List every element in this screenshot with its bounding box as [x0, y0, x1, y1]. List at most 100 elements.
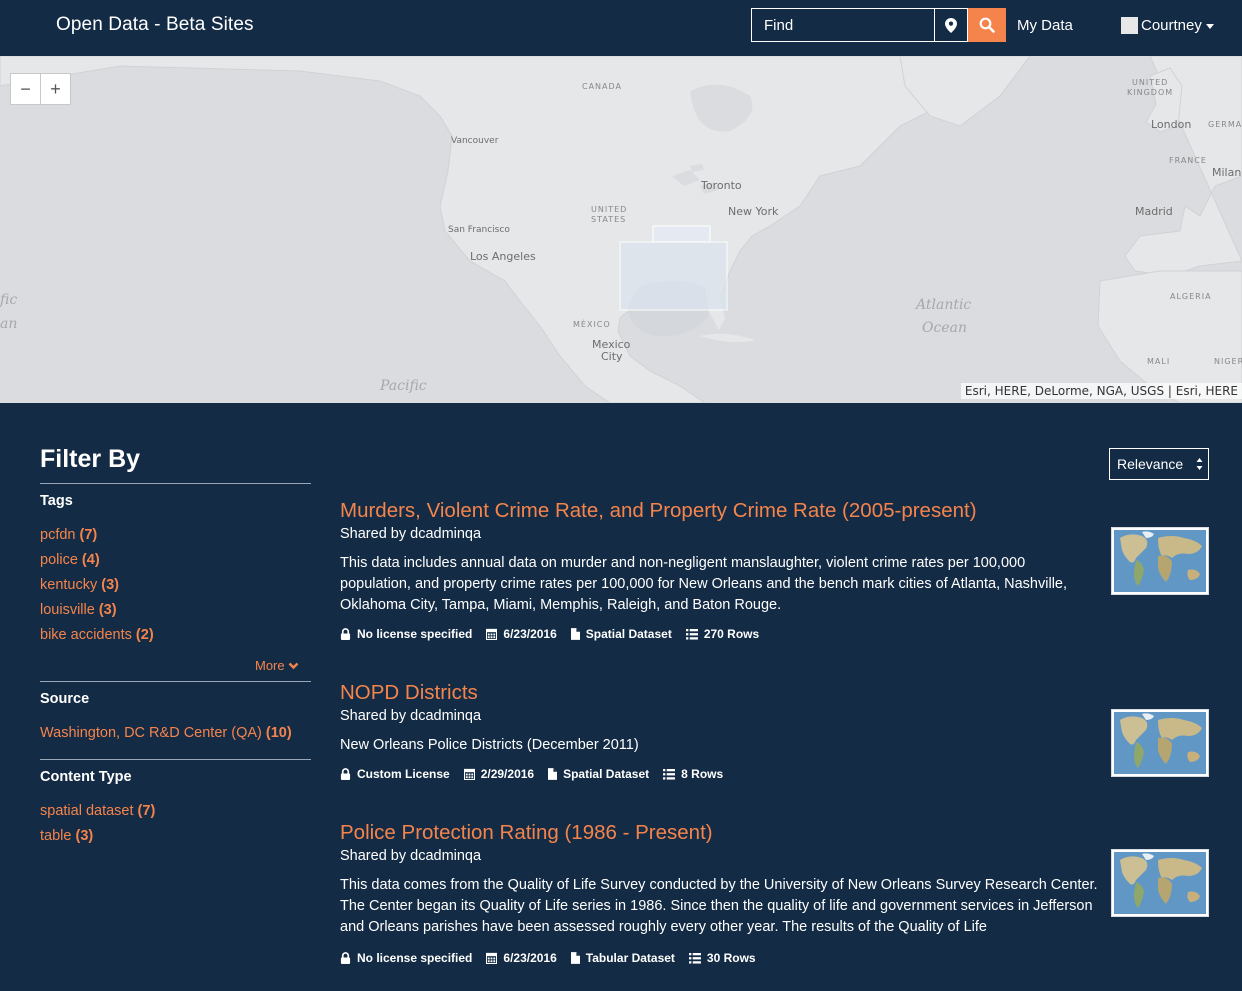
search-input[interactable]	[751, 8, 935, 42]
result-description: This data comes from the Quality of Life…	[340, 877, 1098, 935]
source-heading: Source	[40, 691, 90, 707]
map-label: MALI	[1147, 357, 1171, 366]
facet-tag[interactable]: kentucky (3)	[40, 577, 119, 593]
map-label: London	[1151, 118, 1192, 131]
license-label: No license specified	[357, 627, 473, 641]
lock-icon	[340, 768, 351, 780]
avatar	[1121, 17, 1138, 34]
map-view[interactable]: − + CANADA UNITED KINGDOM London GERMA V…	[0, 56, 1242, 403]
result-thumbnail[interactable]	[1111, 849, 1209, 917]
zoom-controls: − +	[10, 73, 71, 105]
caret-down-icon	[1205, 24, 1214, 29]
facet-tag[interactable]: bike accidents (2)	[40, 627, 154, 643]
chevron-down-icon	[288, 662, 298, 669]
result-title[interactable]: Police Protection Rating (1986 - Present…	[340, 821, 713, 845]
divider	[40, 483, 311, 484]
world-map-thumbnail	[1114, 530, 1206, 592]
map-label: New York	[728, 205, 779, 218]
more-label: More	[255, 658, 285, 673]
sort-select[interactable]: Relevance	[1109, 448, 1209, 480]
result-meta: Custom License 2/29/2016 Spatial Dataset…	[340, 767, 737, 781]
file-icon	[571, 952, 580, 964]
map-label: UNITED	[1132, 78, 1169, 87]
top-navbar: Open Data - Beta Sites My Data Courtney	[0, 0, 1242, 56]
rows-label: 30 Rows	[706, 951, 756, 965]
search-icon	[979, 17, 995, 33]
location-button[interactable]	[935, 8, 968, 42]
list-icon	[663, 769, 675, 780]
updown-arrows-icon	[1196, 458, 1203, 470]
license-label: Custom License	[357, 767, 450, 781]
list-icon	[686, 629, 698, 640]
result-thumbnail[interactable]	[1111, 709, 1209, 777]
result-title[interactable]: NOPD Districts	[340, 681, 478, 705]
map-label: MÉXICO	[573, 320, 611, 329]
facet-tag[interactable]: louisville (3)	[40, 602, 117, 618]
map-label: GERMA	[1208, 120, 1242, 129]
site-brand[interactable]: Open Data - Beta Sites	[56, 14, 254, 36]
zoom-in-button[interactable]: +	[41, 74, 70, 104]
rows-label: 270 Rows	[703, 627, 760, 641]
map-label: Vancouver	[451, 136, 499, 146]
result-shared-by: Shared by dcadminqa	[340, 848, 482, 864]
map-pin-icon	[945, 17, 957, 33]
facet-source[interactable]: Washington, DC R&D Center (QA) (10)	[40, 725, 292, 741]
map-label: FRANCE	[1169, 156, 1207, 165]
result-shared-by: Shared by dcadminqa	[340, 526, 482, 542]
calendar-icon	[464, 768, 475, 780]
file-icon	[548, 768, 557, 780]
divider	[40, 681, 311, 682]
my-data-link[interactable]: My Data	[1017, 17, 1073, 34]
license-label: No license specified	[357, 951, 473, 965]
result-thumbnail[interactable]	[1111, 527, 1209, 595]
world-map-thumbnail	[1114, 852, 1206, 914]
type-label: Spatial Dataset	[563, 767, 650, 781]
map-label: Madrid	[1135, 205, 1173, 218]
sort-value: Relevance	[1117, 456, 1184, 472]
more-tags-link[interactable]: More	[255, 658, 299, 673]
facet-tag[interactable]: police (4)	[40, 552, 100, 568]
calendar-icon	[486, 952, 497, 964]
result-shared-by: Shared by dcadminqa	[340, 708, 482, 724]
facet-tag[interactable]: pcfdn (7)	[40, 527, 97, 543]
facet-content-type[interactable]: spatial dataset (7)	[40, 803, 155, 819]
search-button[interactable]	[968, 8, 1006, 42]
divider	[40, 759, 311, 760]
map-label: STATES	[591, 215, 627, 224]
facet-content-type[interactable]: table (3)	[40, 828, 93, 844]
lock-icon	[340, 628, 351, 640]
date-label: 6/23/2016	[503, 951, 557, 965]
map-label: fic	[0, 292, 18, 308]
lock-icon	[340, 952, 351, 964]
date-label: 6/23/2016	[503, 627, 557, 641]
user-menu[interactable]: Courtney	[1121, 17, 1214, 34]
map-label: Milan	[1212, 166, 1242, 179]
map-label: Ocean	[922, 320, 967, 336]
map-label: City	[601, 350, 623, 363]
tags-heading: Tags	[40, 493, 73, 509]
search-bar	[751, 8, 1006, 42]
zoom-out-button[interactable]: −	[11, 74, 41, 104]
map-label: UNITED	[591, 205, 628, 214]
result-title[interactable]: Murders, Violent Crime Rate, and Propert…	[340, 499, 977, 523]
type-label: Spatial Dataset	[585, 627, 672, 641]
file-icon	[571, 628, 580, 640]
map-label: Los Angeles	[470, 250, 536, 263]
user-name: Courtney	[1141, 17, 1202, 34]
calendar-icon	[486, 628, 497, 640]
map-label: CANADA	[582, 82, 623, 91]
result-description: This data includes annual data on murder…	[340, 555, 1068, 613]
map-label: an	[0, 316, 18, 332]
map-label: Toronto	[701, 179, 742, 192]
map-label: NIGER	[1214, 357, 1242, 366]
result-meta: No license specified 6/23/2016 Tabular D…	[340, 951, 770, 965]
date-label: 2/29/2016	[480, 767, 535, 781]
map-label: ALGERIA	[1170, 292, 1212, 301]
content-type-heading: Content Type	[40, 769, 132, 785]
map-label: Atlantic	[916, 297, 972, 313]
map-attribution: Esri, HERE, DeLorme, NGA, USGS | Esri, H…	[960, 383, 1242, 399]
list-icon	[689, 953, 701, 964]
map-label: San Francisco	[448, 225, 510, 235]
rows-label: 8 Rows	[681, 767, 724, 781]
result-description: New Orleans Police Districts (December 2…	[340, 737, 639, 753]
